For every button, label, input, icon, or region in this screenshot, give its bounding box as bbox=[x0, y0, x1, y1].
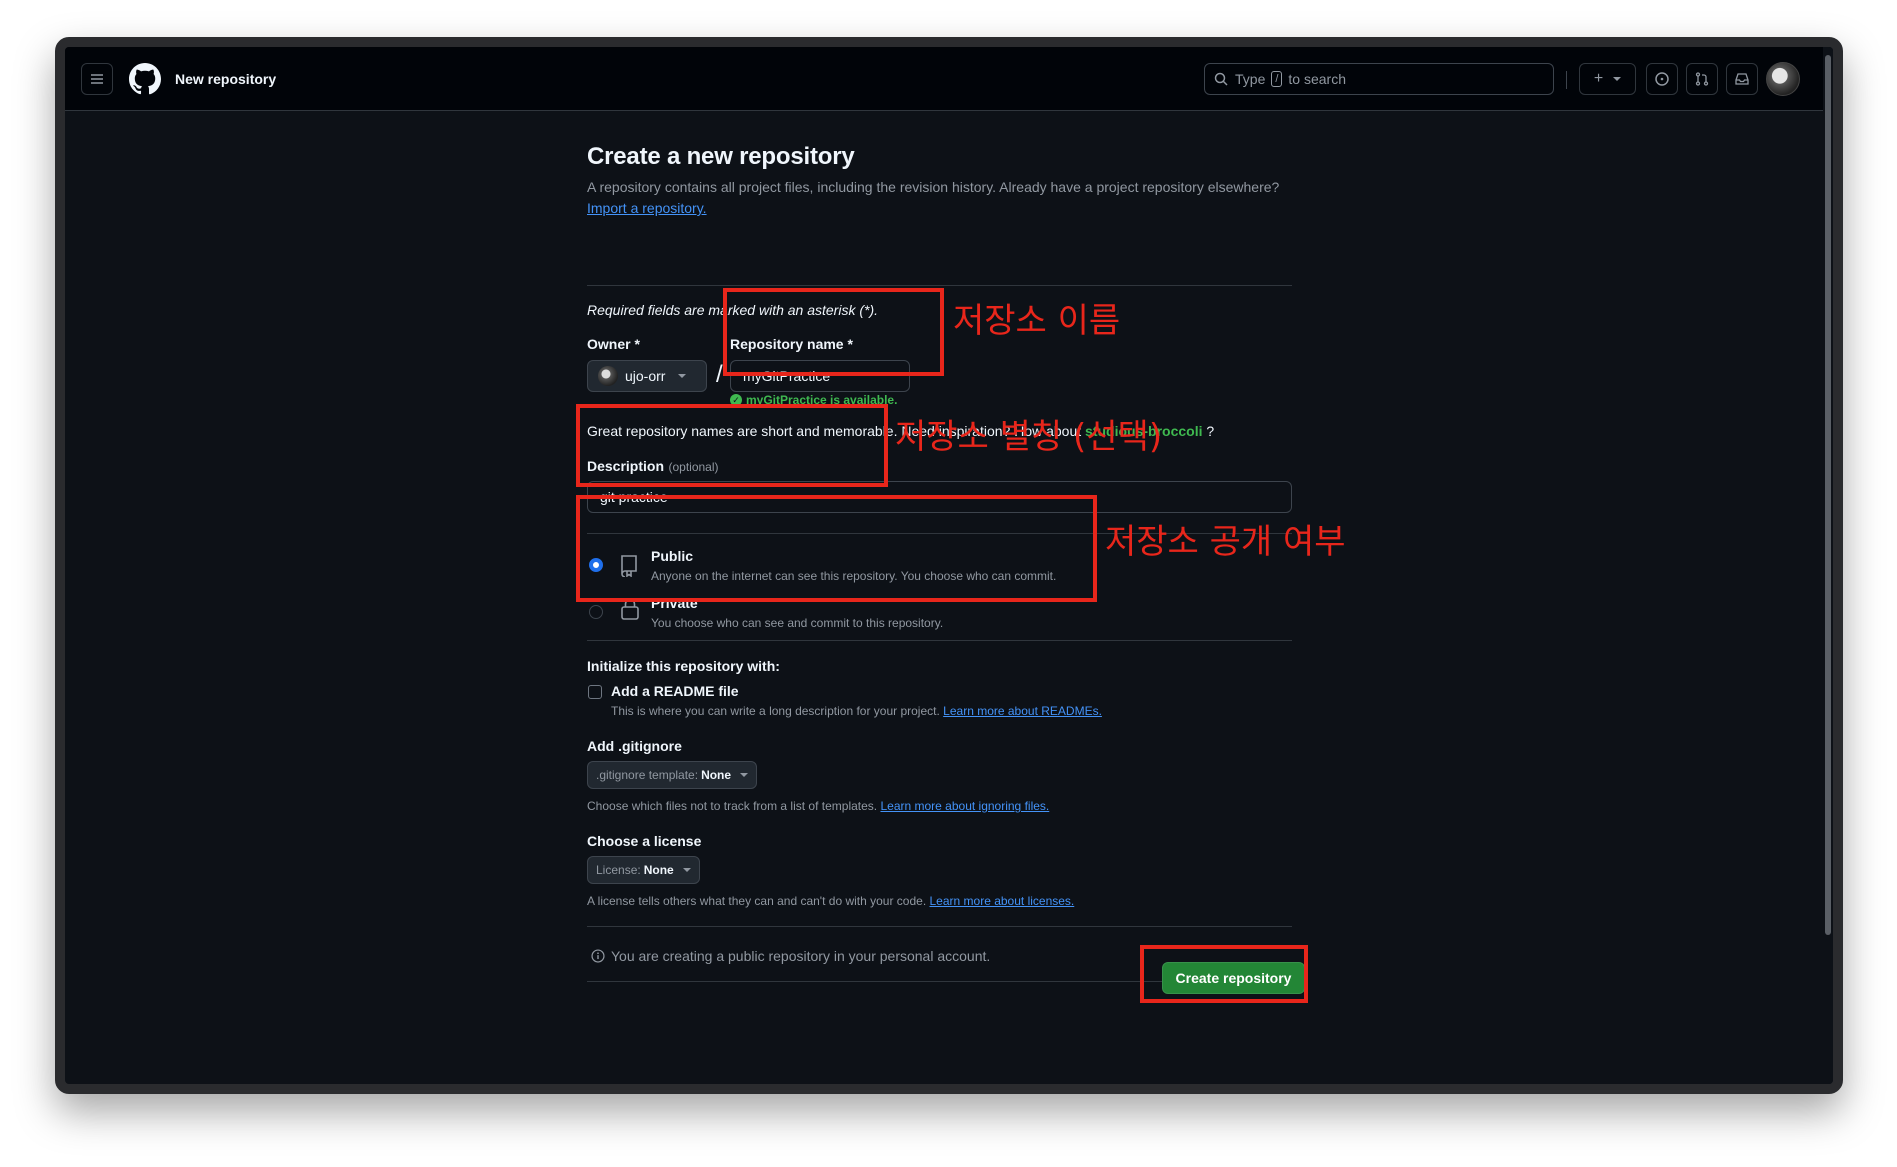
inbox-icon[interactable] bbox=[1726, 63, 1758, 95]
github-logo[interactable] bbox=[129, 63, 162, 95]
info-note: You are creating a public repository in … bbox=[591, 948, 990, 964]
chevron-down-icon bbox=[740, 773, 749, 777]
hamburger-icon[interactable] bbox=[81, 63, 113, 95]
gitignore-heading: Add .gitignore bbox=[587, 738, 682, 754]
private-description: You choose who can see and commit to thi… bbox=[651, 616, 944, 630]
form-subtitle: A repository contains all project files,… bbox=[587, 177, 1292, 219]
issues-icon[interactable] bbox=[1646, 63, 1678, 95]
readme-learn-more-link[interactable]: Learn more about READMEs. bbox=[943, 704, 1102, 718]
owner-label: Owner * bbox=[587, 336, 640, 352]
browser-window: New repository Type / to search + Create… bbox=[55, 37, 1843, 1094]
readme-checkbox[interactable] bbox=[588, 685, 602, 699]
divider bbox=[587, 640, 1292, 641]
license-select-prefix: License: bbox=[596, 863, 641, 877]
license-learn-more-link[interactable]: Learn more about licenses. bbox=[930, 894, 1075, 908]
annotation-repo-name: 저장소 이름 bbox=[953, 301, 1121, 341]
search-icon bbox=[1214, 72, 1228, 86]
readme-description: This is where you can write a long descr… bbox=[611, 704, 1102, 718]
annotation-box-description bbox=[576, 404, 888, 487]
readme-label[interactable]: Add a README file bbox=[611, 683, 739, 699]
create-new-button[interactable]: + bbox=[1579, 63, 1636, 95]
license-description-text: A license tells others what they can and… bbox=[587, 894, 927, 908]
info-note-text: You are creating a public repository in … bbox=[611, 948, 991, 964]
page-title: New repository bbox=[175, 71, 277, 87]
search-prefix: Type bbox=[1235, 71, 1266, 87]
search-input[interactable]: Type / to search bbox=[1204, 63, 1554, 95]
license-heading: Choose a license bbox=[587, 833, 702, 849]
private-radio[interactable] bbox=[589, 605, 603, 619]
import-repository-link[interactable]: Import a repository. bbox=[587, 200, 707, 216]
gitignore-description-text: Choose which files not to track from a l… bbox=[587, 799, 878, 813]
license-select[interactable]: License: None bbox=[587, 856, 700, 884]
user-avatar[interactable] bbox=[1766, 62, 1800, 96]
owner-avatar bbox=[598, 366, 618, 386]
info-icon bbox=[591, 949, 605, 963]
license-description: A license tells others what they can and… bbox=[587, 894, 1074, 908]
gitignore-learn-more-link[interactable]: Learn more about ignoring files. bbox=[880, 799, 1049, 813]
pull-requests-icon[interactable] bbox=[1686, 63, 1718, 95]
gitignore-select-value: None bbox=[701, 768, 732, 782]
header-divider bbox=[1566, 71, 1567, 89]
gitignore-select-prefix: .gitignore template: bbox=[596, 768, 699, 782]
search-suffix: to search bbox=[1288, 71, 1347, 87]
annotation-box-repo-name bbox=[723, 288, 944, 376]
scrollbar[interactable] bbox=[1823, 47, 1833, 1084]
annotation-visibility: 저장소 공개 여부 bbox=[1105, 522, 1346, 562]
license-select-value: None bbox=[643, 863, 674, 877]
annotation-description: 저장소 별칭 (선택) bbox=[895, 417, 1163, 457]
annotation-box-create-button bbox=[1140, 945, 1308, 1003]
gitignore-description: Choose which files not to track from a l… bbox=[587, 799, 1049, 813]
owner-value: ujo-orr bbox=[625, 368, 666, 384]
form-title: Create a new repository bbox=[587, 143, 855, 170]
divider bbox=[587, 285, 1292, 286]
owner-dropdown[interactable]: ujo-orr bbox=[587, 360, 707, 392]
annotation-box-visibility bbox=[576, 495, 1097, 602]
plus-icon: + bbox=[1593, 70, 1604, 87]
readme-description-text: This is where you can write a long descr… bbox=[611, 704, 940, 718]
scrollbar-thumb[interactable] bbox=[1825, 55, 1831, 935]
top-navigation-bar: New repository Type / to search + bbox=[65, 47, 1833, 111]
subtitle-text: A repository contains all project files,… bbox=[587, 179, 1280, 195]
gitignore-select[interactable]: .gitignore template: None bbox=[587, 761, 758, 789]
owner-repo-separator: / bbox=[716, 361, 723, 388]
chevron-down-icon bbox=[1613, 77, 1622, 81]
search-shortcut-key: / bbox=[1271, 71, 1283, 87]
chevron-down-icon bbox=[678, 374, 687, 378]
divider bbox=[587, 926, 1292, 927]
init-heading: Initialize this repository with: bbox=[587, 658, 780, 674]
inspiration-suffix: ? bbox=[1206, 423, 1215, 439]
chevron-down-icon bbox=[682, 868, 691, 872]
